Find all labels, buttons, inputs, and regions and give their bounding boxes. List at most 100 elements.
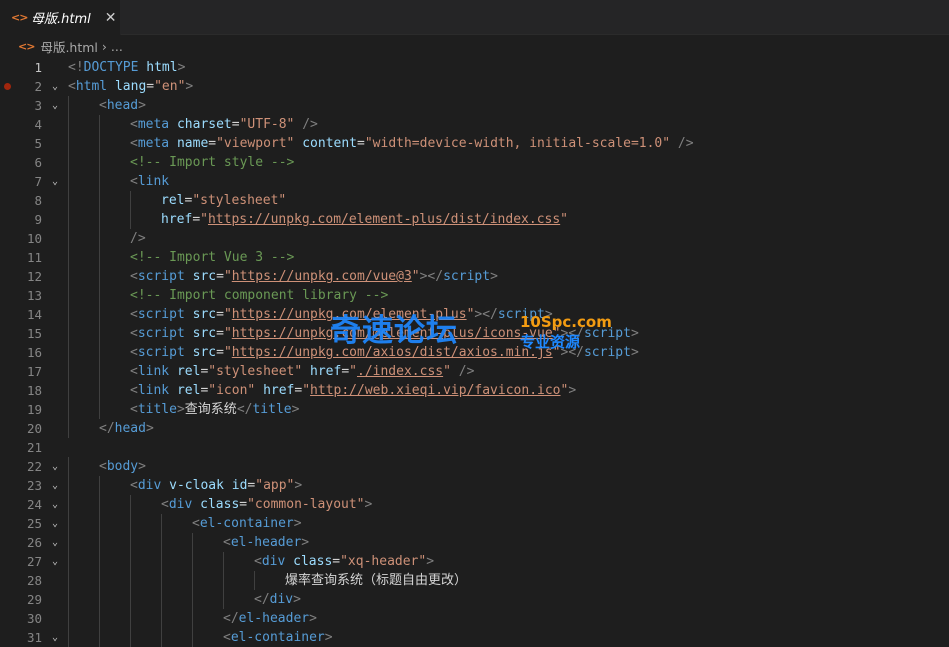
indent-guide [68,115,69,134]
indent-guide [161,609,162,628]
code-line[interactable]: 10 /> [0,229,949,248]
code-editor[interactable]: 1 <!DOCTYPE html> 2 ⌄ <html lang="en"> 3 ⌄ <hea… [0,58,949,647]
fold-chevron-icon[interactable]: ⌄ [48,628,62,647]
fold-chevron-icon[interactable]: ⌄ [48,96,62,115]
fold-chevron-icon[interactable]: ⌄ [48,77,62,96]
code-token: > [426,554,435,569]
fold-chevron-icon[interactable]: ⌄ [48,495,62,514]
code-token: script [443,269,491,284]
line-number: 8 [34,193,42,208]
line-number: 23 [26,478,42,493]
code-text: <meta charset="UTF-8" /> [130,115,318,134]
code-text: <div class="common-layout"> [161,495,372,514]
line-number: 3 [34,98,42,113]
code-line[interactable]: 23 ⌄ <div v-cloak id="app"> [0,476,949,495]
code-line[interactable]: 13 <!-- Import component library --> [0,286,949,305]
code-line[interactable]: 16 <script src="https://unpkg.com/axios/d… [0,343,949,362]
code-token: > [138,459,146,474]
indent-guide [99,381,100,400]
code-token: " [223,307,232,322]
code-line[interactable]: 30 </el-header> [0,609,949,628]
code-token: " [411,269,420,284]
code-token[interactable]: https://unpkg.com/axios/dist/axios.min.j… [232,345,553,360]
code-line[interactable]: 26 ⌄ <el-header> [0,533,949,552]
code-line[interactable]: 3 ⌄ <head> [0,96,949,115]
code-line[interactable]: 18 <link rel="icon" href="http://web.xieq… [0,381,949,400]
code-line[interactable]: 4 <meta charset="UTF-8" /> [0,115,949,134]
code-token: > [145,421,154,436]
code-token[interactable]: https://unpkg.com/element-plus/dist/inde… [208,212,560,227]
code-line[interactable]: 14 <script src="https://unpkg.com/element… [0,305,949,324]
code-token: = [208,136,217,151]
code-line[interactable]: 24 ⌄ <div class="common-layout"> [0,495,949,514]
code-text: <script src="https://unpkg.com/vue@3"></… [130,267,498,286]
code-token: < [161,497,169,512]
code-line[interactable]: 20 </head> [0,419,949,438]
code-line[interactable]: 11 <!-- Import Vue 3 --> [0,248,949,267]
fold-chevron-icon[interactable]: ⌄ [48,552,62,571]
code-line[interactable]: 25 ⌄ <el-container> [0,514,949,533]
code-token: < [130,326,138,341]
code-line[interactable]: 17 <link rel="stylesheet" href="./index.c… [0,362,949,381]
code-token: ></ [560,345,584,360]
fold-chevron-icon[interactable]: ⌄ [48,514,62,533]
fold-chevron-icon[interactable]: ⌄ [48,172,62,191]
indent-guide [192,552,193,571]
code-token: > [293,592,301,607]
code-token[interactable]: http://web.xieqi.vip/favicon.ico [310,383,560,398]
code-token: < [130,174,138,189]
indent-guide [99,400,100,419]
code-line[interactable]: 8 rel="stylesheet" [0,191,949,210]
indent-guide [99,476,100,495]
code-text: </head> [99,419,154,438]
indent-guide [99,628,100,647]
indent-guide [192,590,193,609]
indent-guide [68,343,69,362]
code-token: v-cloak [169,478,224,493]
code-line[interactable]: 28 爆率查询系统（标题自由更改） [0,571,949,590]
code-line[interactable]: 9 href="https://unpkg.com/element-plus/di… [0,210,949,229]
code-line[interactable]: 22 ⌄ <body> [0,457,949,476]
code-token: meta [137,136,170,151]
code-line[interactable]: 27 ⌄ <div class="xq-header"> [0,552,949,571]
code-line[interactable]: 2 ⌄ <html lang="en"> [0,77,949,96]
code-token: "width=device-width, initial-scale=1.0" [364,136,671,151]
line-number: 24 [26,497,42,512]
code-token[interactable]: https://unpkg.com/@element-plus/icons-vu… [232,326,553,341]
code-token: > [490,269,498,284]
code-line[interactable]: 6 <!-- Import style --> [0,153,949,172]
code-token[interactable]: ./index.css [357,364,443,379]
code-token: > [293,516,302,531]
code-line[interactable]: 19 <title>查询系统</title> [0,400,949,419]
code-line[interactable]: 29 </div> [0,590,949,609]
indent-guide [130,590,131,609]
code-token: " [443,364,451,379]
tab-file[interactable]: <> 母版.html ✕ [0,0,121,35]
code-line[interactable]: 21 [0,438,949,457]
code-token[interactable]: https://unpkg.com/vue@3 [232,269,412,284]
indent-guide [130,533,131,552]
code-line[interactable]: 5 <meta name="viewport" content="width=de… [0,134,949,153]
code-token[interactable]: https://unpkg.com/element-plus [232,307,467,322]
code-token: = [231,117,240,132]
fold-chevron-icon[interactable]: ⌄ [48,533,62,552]
code-token: " [302,383,311,398]
code-line[interactable]: 1 <!DOCTYPE html> [0,58,949,77]
breadcrumb-symbol[interactable]: ... [111,39,123,54]
code-line[interactable]: 12 <script src="https://unpkg.com/vue@3">… [0,267,949,286]
code-line[interactable]: 7 ⌄ <link [0,172,949,191]
fold-chevron-icon[interactable]: ⌄ [48,457,62,476]
code-token: name [176,136,209,151]
code-token: > [177,60,186,75]
code-token: "xq-header" [340,554,427,569]
code-token: 查询系统 [184,402,237,417]
fold-chevron-icon[interactable]: ⌄ [48,476,62,495]
code-token: div [168,497,193,512]
code-text: <!DOCTYPE html> [68,58,185,77]
breadcrumb-file[interactable]: 母版.html [40,37,97,56]
code-line[interactable]: 31 ⌄ <el-container> [0,628,949,647]
indent-guide [68,191,69,210]
code-line[interactable]: 15 <script src="https://unpkg.com/@elemen… [0,324,949,343]
close-icon[interactable]: ✕ [105,10,117,26]
